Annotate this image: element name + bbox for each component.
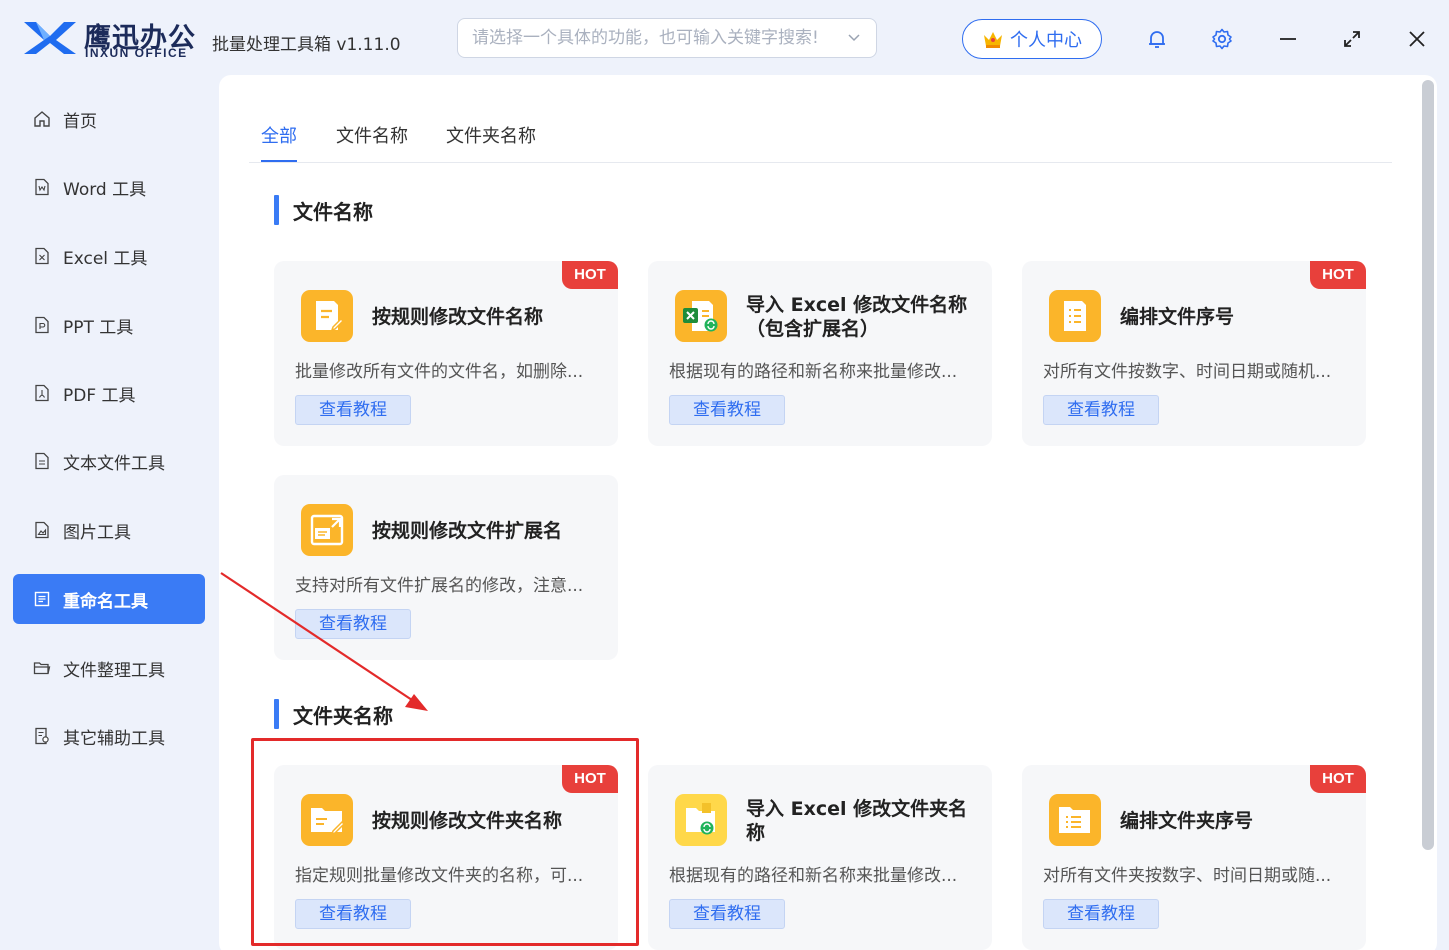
card-title: 导入 Excel 修改文件名称（包含扩展名） <box>746 294 968 340</box>
sidebar-item-label: 图片工具 <box>63 522 131 543</box>
category-tabs: 全部 文件名称 文件夹名称 <box>249 118 1392 163</box>
card-description: 支持对所有文件扩展名的修改，注意... <box>295 576 584 596</box>
sidebar-item-ppt[interactable]: PPT 工具 <box>13 300 205 350</box>
maximize-icon[interactable] <box>1340 27 1364 51</box>
card-title: 按规则修改文件名称 <box>372 306 544 328</box>
minimize-icon[interactable] <box>1276 27 1300 51</box>
sidebar-item-label: 其它辅助工具 <box>63 728 165 749</box>
sidebar-item-label: Word 工具 <box>63 179 147 200</box>
hot-badge: HOT <box>1310 261 1366 289</box>
bell-icon[interactable] <box>1145 27 1169 51</box>
tool-card-rename-folders-by-rule[interactable]: HOT 按规则修改文件夹名称 指定规则批量修改文件夹的名称，可... 查看教程 <box>274 765 618 950</box>
file-list-icon <box>1049 290 1101 342</box>
card-description: 批量修改所有文件的文件名，如删除... <box>295 362 584 382</box>
logo-text-en: INXUN OFFICE <box>85 46 188 60</box>
file-extension-icon <box>301 504 353 556</box>
gear-icon[interactable] <box>1210 27 1234 51</box>
sidebar-item-rename[interactable]: 重命名工具 <box>13 574 205 624</box>
sidebar-item-label: 首页 <box>63 111 97 132</box>
user-center-label: 个人中心 <box>1010 30 1082 51</box>
card-description: 指定规则批量修改文件夹的名称，可... <box>295 866 584 886</box>
card-title: 编排文件序号 <box>1120 306 1235 328</box>
section-header-folder-name: 文件夹名称 <box>274 699 393 729</box>
sidebar-item-image[interactable]: 图片工具 <box>13 505 205 555</box>
folder-icon <box>33 662 51 675</box>
ppt-file-icon <box>35 316 49 334</box>
sidebar-item-excel[interactable]: Excel 工具 <box>13 231 205 281</box>
view-tutorial-button[interactable]: 查看教程 <box>295 899 411 929</box>
excel-sync-icon <box>675 290 727 342</box>
section-title: 文件名称 <box>293 199 373 224</box>
card-description: 对所有文件夹按数字、时间日期或随... <box>1043 866 1332 886</box>
user-center-button[interactable]: 个人中心 <box>962 19 1102 59</box>
card-description: 对所有文件按数字、时间日期或随机... <box>1043 362 1332 382</box>
section-accent-bar <box>274 195 279 225</box>
section-title: 文件夹名称 <box>293 703 393 728</box>
hot-badge: HOT <box>562 261 618 289</box>
title-bar: 鹰迅办公 INXUN OFFICE 批量处理工具箱 v1.11.0 个人中心 <box>0 0 1449 78</box>
file-edit-icon <box>301 290 353 342</box>
app-title: 批量处理工具箱 v1.11.0 <box>212 35 401 55</box>
tab-file-name[interactable]: 文件名称 <box>336 122 408 148</box>
pdf-file-icon <box>35 384 49 402</box>
view-tutorial-button[interactable]: 查看教程 <box>295 609 411 639</box>
sidebar-item-file-organize[interactable]: 文件整理工具 <box>13 643 205 693</box>
card-title: 按规则修改文件夹名称 <box>372 810 563 832</box>
sidebar: 首页 Word 工具 Excel 工具 PPT 工具 PDF 工具 文本文件工具… <box>0 78 210 950</box>
app-logo: 鹰迅办公 INXUN OFFICE <box>22 16 202 62</box>
sidebar-item-label: 文本文件工具 <box>63 453 165 474</box>
text-file-icon <box>35 452 49 470</box>
sidebar-item-label: PDF 工具 <box>63 385 136 406</box>
card-title: 编排文件夹序号 <box>1120 810 1254 832</box>
view-tutorial-button[interactable]: 查看教程 <box>295 395 411 425</box>
scrollbar-thumb[interactable] <box>1422 80 1434 850</box>
sidebar-item-pdf[interactable]: PDF 工具 <box>13 368 205 418</box>
section-header-file-name: 文件名称 <box>274 195 373 225</box>
card-description: 根据现有的路径和新名称来批量修改... <box>669 866 958 886</box>
card-title: 按规则修改文件扩展名 <box>372 520 563 542</box>
section-accent-bar <box>274 699 279 729</box>
image-file-icon <box>35 521 49 539</box>
folder-sync-icon <box>675 794 727 846</box>
tool-card-number-folders[interactable]: HOT 编排文件夹序号 对所有文件夹按数字、时间日期或随... 查看教程 <box>1022 765 1366 950</box>
view-tutorial-button[interactable]: 查看教程 <box>1043 899 1159 929</box>
word-file-icon <box>35 178 49 196</box>
tools-icon <box>35 727 49 745</box>
tab-folder-name[interactable]: 文件夹名称 <box>446 122 536 148</box>
sidebar-item-label: 文件整理工具 <box>63 660 165 681</box>
tool-card-import-excel-rename-folders[interactable]: 导入 Excel 修改文件夹名称 根据现有的路径和新名称来批量修改... 查看教… <box>648 765 992 950</box>
view-tutorial-button[interactable]: 查看教程 <box>1043 395 1159 425</box>
chevron-down-icon[interactable] <box>846 30 862 46</box>
close-icon[interactable] <box>1405 27 1429 51</box>
card-title: 导入 Excel 修改文件夹名称 <box>746 798 968 844</box>
hot-badge: HOT <box>562 765 618 793</box>
tool-card-number-files[interactable]: HOT 编排文件序号 对所有文件按数字、时间日期或随机... 查看教程 <box>1022 261 1366 446</box>
tool-card-import-excel-rename-files[interactable]: 导入 Excel 修改文件名称（包含扩展名） 根据现有的路径和新名称来批量修改.… <box>648 261 992 446</box>
sidebar-item-home[interactable]: 首页 <box>13 94 205 144</box>
folder-list-icon <box>1049 794 1101 846</box>
view-tutorial-button[interactable]: 查看教程 <box>669 899 785 929</box>
sidebar-item-other-tools[interactable]: 其它辅助工具 <box>13 711 205 761</box>
search-input[interactable] <box>457 18 877 58</box>
home-icon <box>34 111 50 127</box>
crown-icon <box>984 32 1002 48</box>
hot-badge: HOT <box>1310 765 1366 793</box>
tool-card-rename-extension[interactable]: 按规则修改文件扩展名 支持对所有文件扩展名的修改，注意... 查看教程 <box>274 475 618 660</box>
sidebar-item-label: PPT 工具 <box>63 317 134 338</box>
excel-file-icon <box>35 247 49 265</box>
sidebar-item-text[interactable]: 文本文件工具 <box>13 436 205 486</box>
tab-active-underline <box>261 160 297 162</box>
tab-all[interactable]: 全部 <box>261 122 297 148</box>
view-tutorial-button[interactable]: 查看教程 <box>669 395 785 425</box>
card-description: 根据现有的路径和新名称来批量修改... <box>669 362 958 382</box>
rename-icon <box>34 591 50 607</box>
sidebar-item-label: 重命名工具 <box>63 591 148 612</box>
folder-edit-icon <box>301 794 353 846</box>
sidebar-item-word[interactable]: Word 工具 <box>13 162 205 212</box>
sidebar-item-label: Excel 工具 <box>63 248 148 269</box>
tool-card-rename-files-by-rule[interactable]: HOT 按规则修改文件名称 批量修改所有文件的文件名，如删除... 查看教程 <box>274 261 618 446</box>
logo-x-icon <box>24 22 76 54</box>
